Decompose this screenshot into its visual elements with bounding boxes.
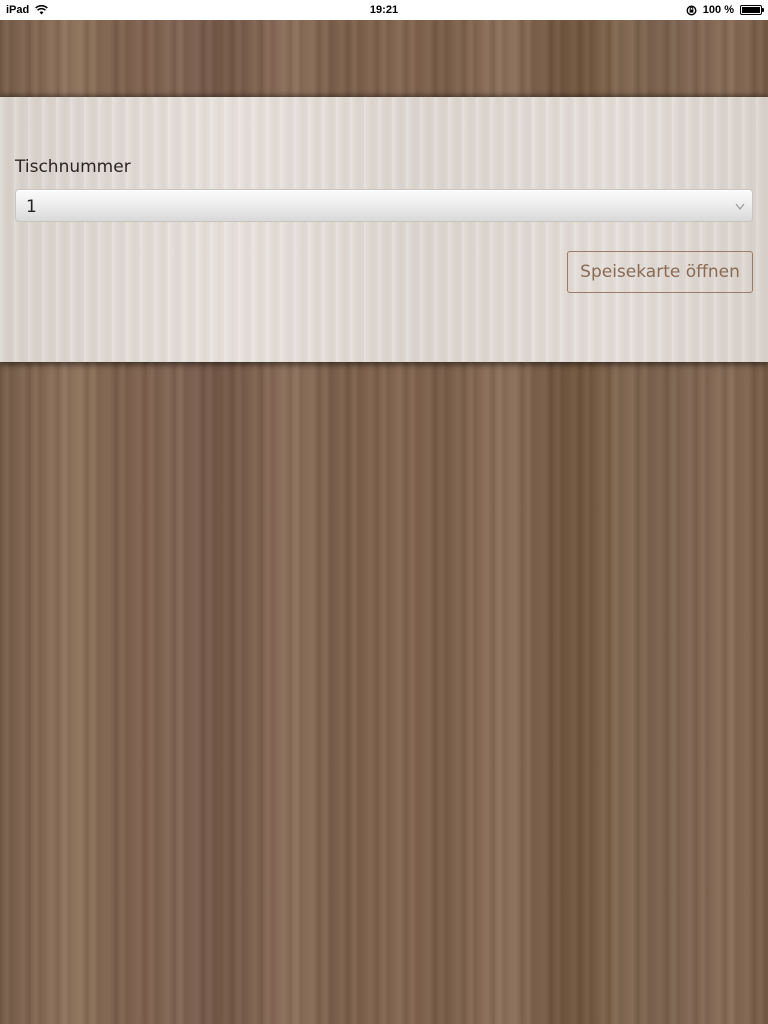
status-right: 100 % — [686, 0, 764, 20]
status-bar: iPad 19:21 100 % — [0, 0, 768, 20]
chevron-down-icon — [734, 198, 746, 212]
open-menu-button[interactable]: Speisekarte öffnen — [567, 251, 753, 293]
battery-icon — [740, 5, 764, 15]
table-selection-panel: Tischnummer 1 Speisekarte öffnen — [0, 97, 768, 362]
table-number-select[interactable]: 1 — [15, 189, 753, 222]
table-number-value: 1 — [26, 197, 37, 217]
orientation-lock-icon — [686, 4, 697, 16]
battery-percent: 100 % — [702, 4, 734, 16]
status-time: 19:21 — [369, 4, 399, 16]
table-number-label: Tischnummer — [15, 157, 131, 177]
battery-fill — [742, 7, 760, 13]
